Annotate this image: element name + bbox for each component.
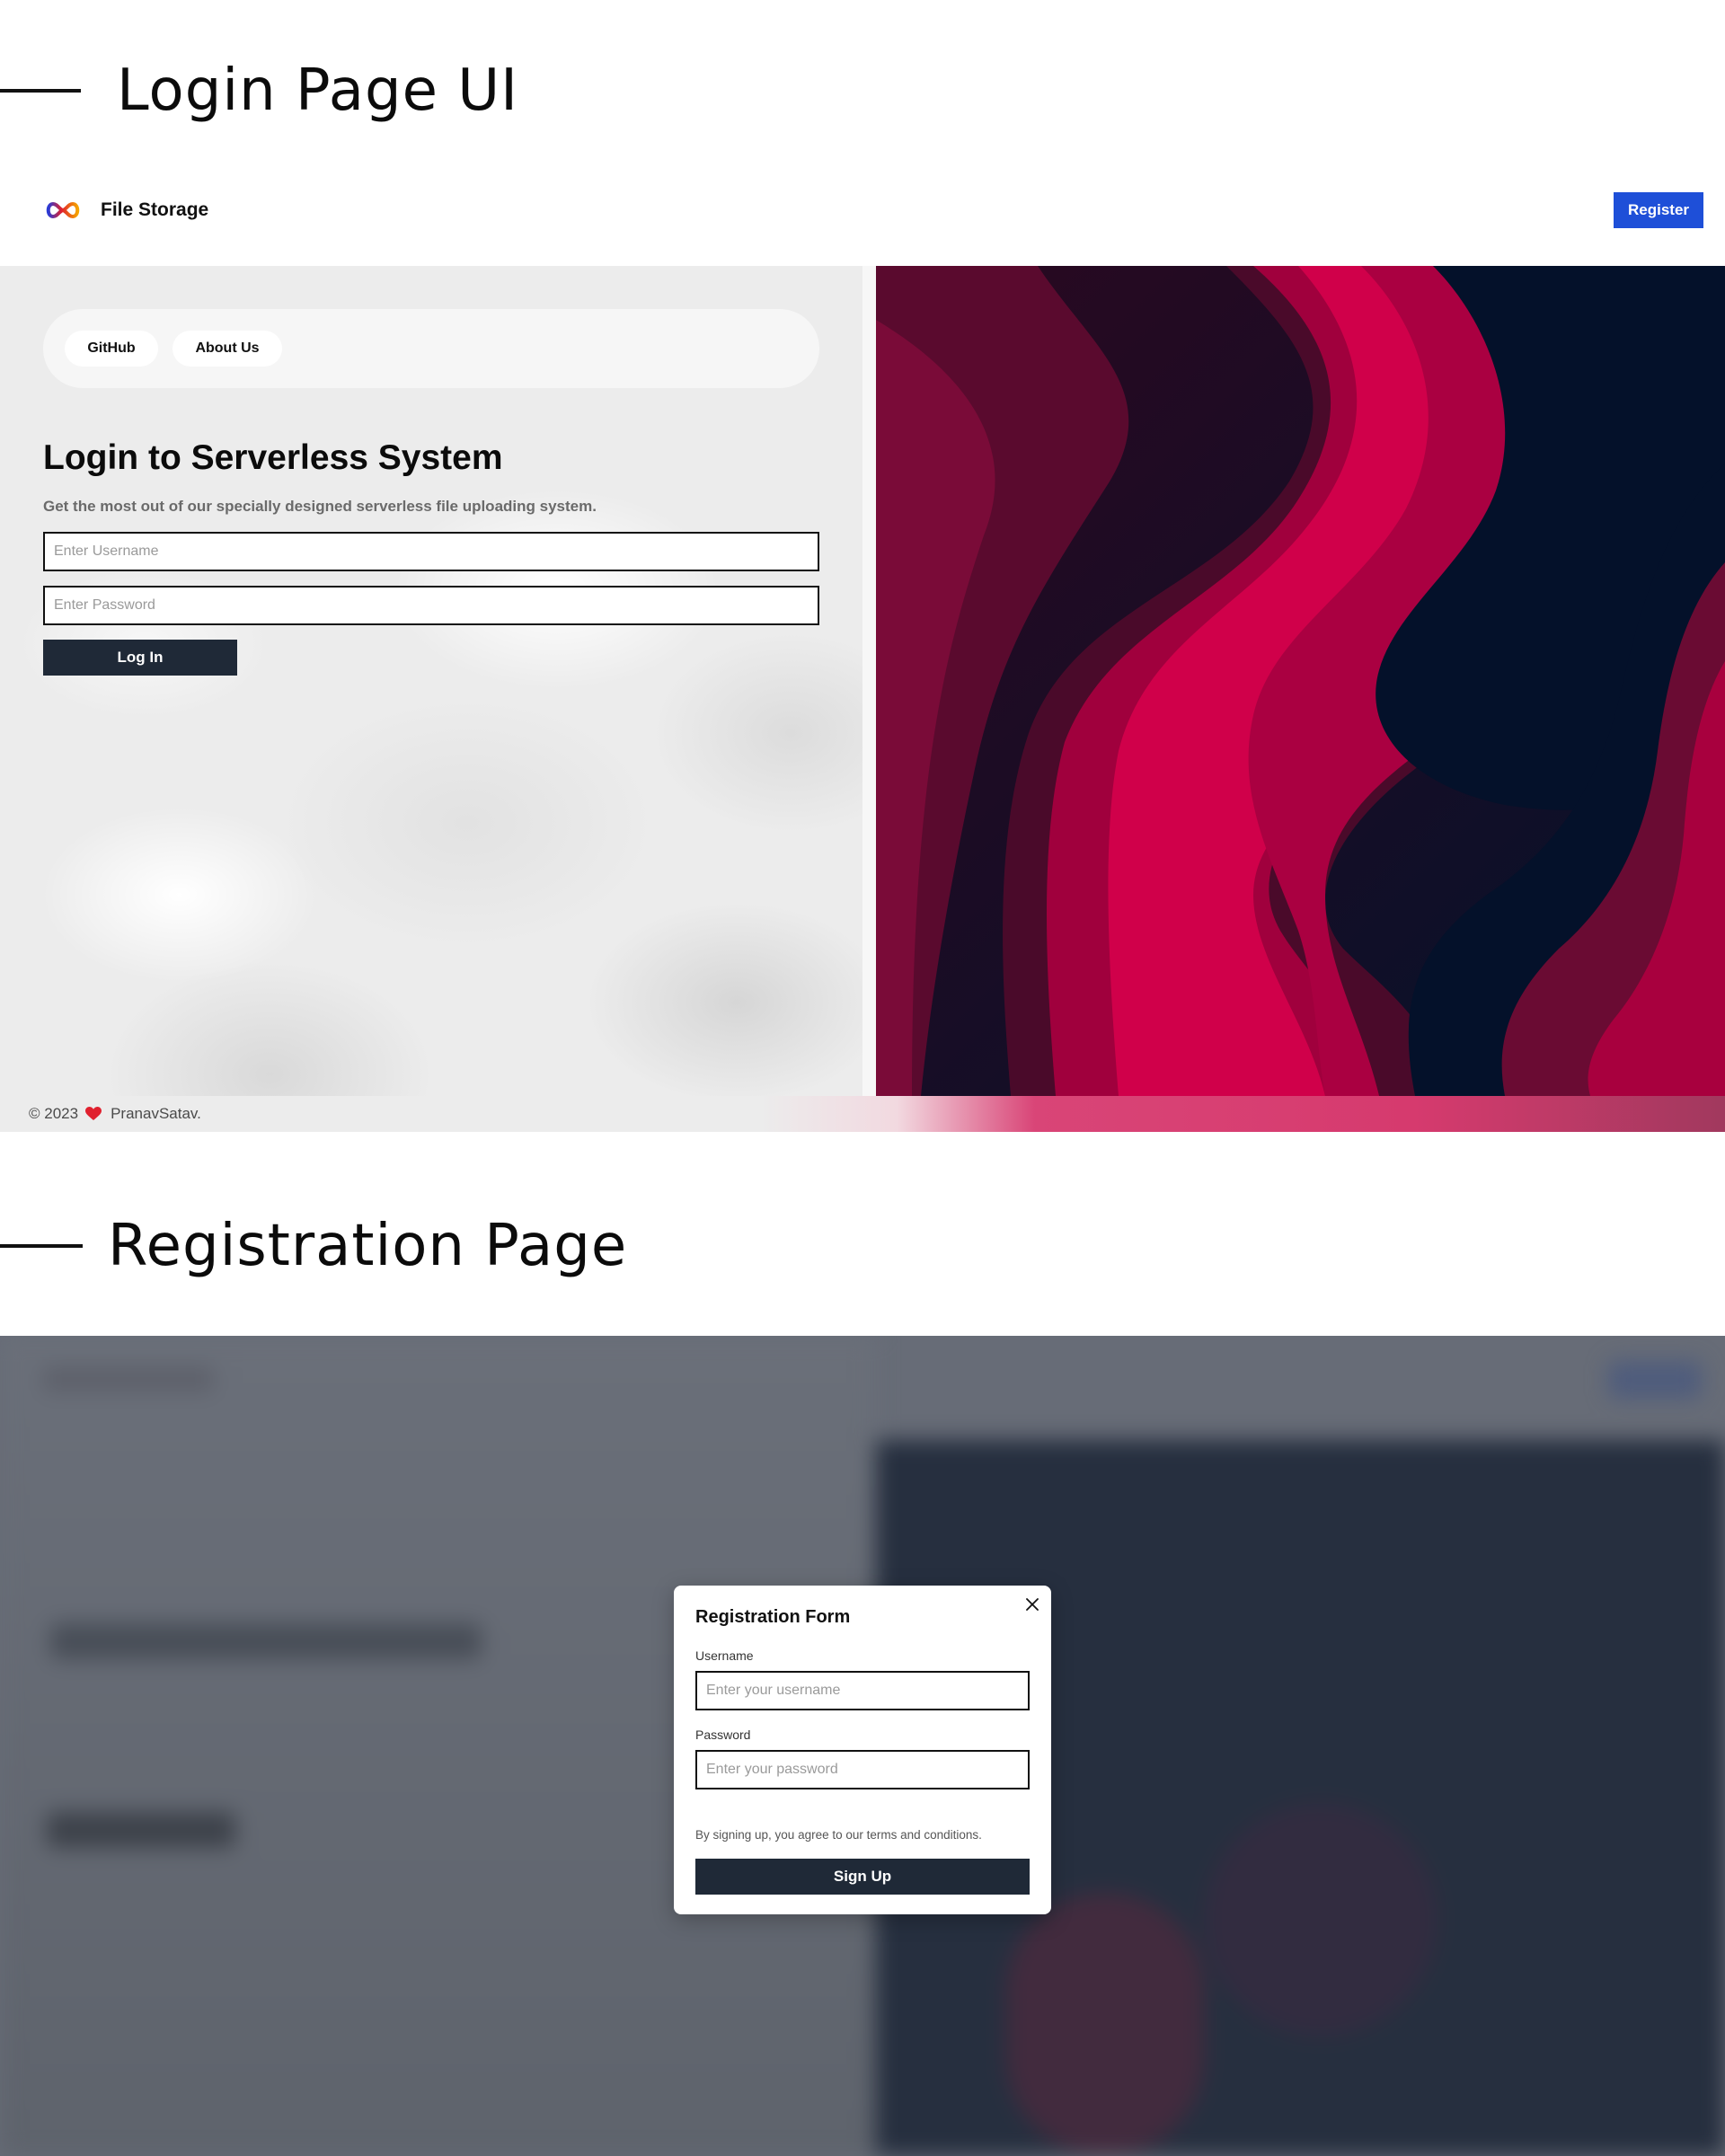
- login-button[interactable]: Log In: [43, 640, 237, 676]
- registration-modal: Registration Form Username Password By s…: [674, 1586, 1051, 1914]
- footer-author[interactable]: PranavSatav.: [111, 1105, 201, 1123]
- heading-rule: [0, 1244, 83, 1248]
- wave-artwork: [876, 266, 1725, 1096]
- brand[interactable]: File Storage: [43, 199, 208, 221]
- registration-screen: Registration Form Username Password By s…: [0, 1336, 1725, 2156]
- username-label: Username: [695, 1648, 754, 1663]
- backdrop-logo: [43, 1366, 214, 1392]
- registration-section-heading: Registration Page: [0, 1206, 627, 1286]
- login-left-pane: GitHub About Us Login to Serverless Syst…: [0, 266, 862, 1096]
- login-subtitle: Get the most out of our specially design…: [43, 498, 597, 515]
- reg-username-input[interactable]: [695, 1671, 1030, 1710]
- reg-password-input[interactable]: [695, 1750, 1030, 1789]
- sign-up-button[interactable]: Sign Up: [695, 1859, 1030, 1895]
- pill-nav-bar: GitHub About Us: [43, 309, 819, 388]
- login-title: Login to Serverless System: [43, 438, 503, 477]
- backdrop-register: [1608, 1361, 1702, 1399]
- register-button[interactable]: Register: [1614, 192, 1703, 228]
- terms-notice: By signing up, you agree to our terms an…: [695, 1828, 982, 1842]
- login-section-heading: Login Page UI: [0, 50, 518, 131]
- brand-name: File Storage: [101, 199, 209, 220]
- backdrop-title: [50, 1623, 482, 1659]
- infinity-logo-icon: [46, 201, 80, 219]
- login-screen: File Storage Register GitHub About Us Lo…: [0, 171, 1725, 1132]
- login-main: GitHub About Us Login to Serverless Syst…: [0, 266, 1725, 1096]
- heart-icon: [85, 1107, 102, 1120]
- about-us-link[interactable]: About Us: [172, 331, 282, 367]
- backdrop-blob: [1204, 1803, 1438, 2037]
- wave-artwork-svg: [876, 266, 1725, 1096]
- pane-divider: [862, 266, 876, 1096]
- heading-rule: [0, 89, 81, 93]
- registration-title: Registration Form: [695, 1607, 851, 1627]
- footer-copyright: © 2023: [29, 1105, 79, 1122]
- backdrop-blob: [1006, 1893, 1204, 2156]
- username-input[interactable]: [43, 532, 819, 571]
- github-link[interactable]: GitHub: [65, 331, 158, 367]
- login-section-title: Login Page UI: [117, 57, 518, 124]
- close-icon[interactable]: [1022, 1595, 1042, 1614]
- password-input[interactable]: [43, 586, 819, 625]
- registration-section-title: Registration Page: [108, 1213, 628, 1279]
- password-label: Password: [695, 1727, 751, 1742]
- navbar: File Storage Register: [0, 171, 1725, 266]
- backdrop-button: [47, 1812, 235, 1848]
- footer: © 2023 PranavSatav.: [0, 1096, 1725, 1132]
